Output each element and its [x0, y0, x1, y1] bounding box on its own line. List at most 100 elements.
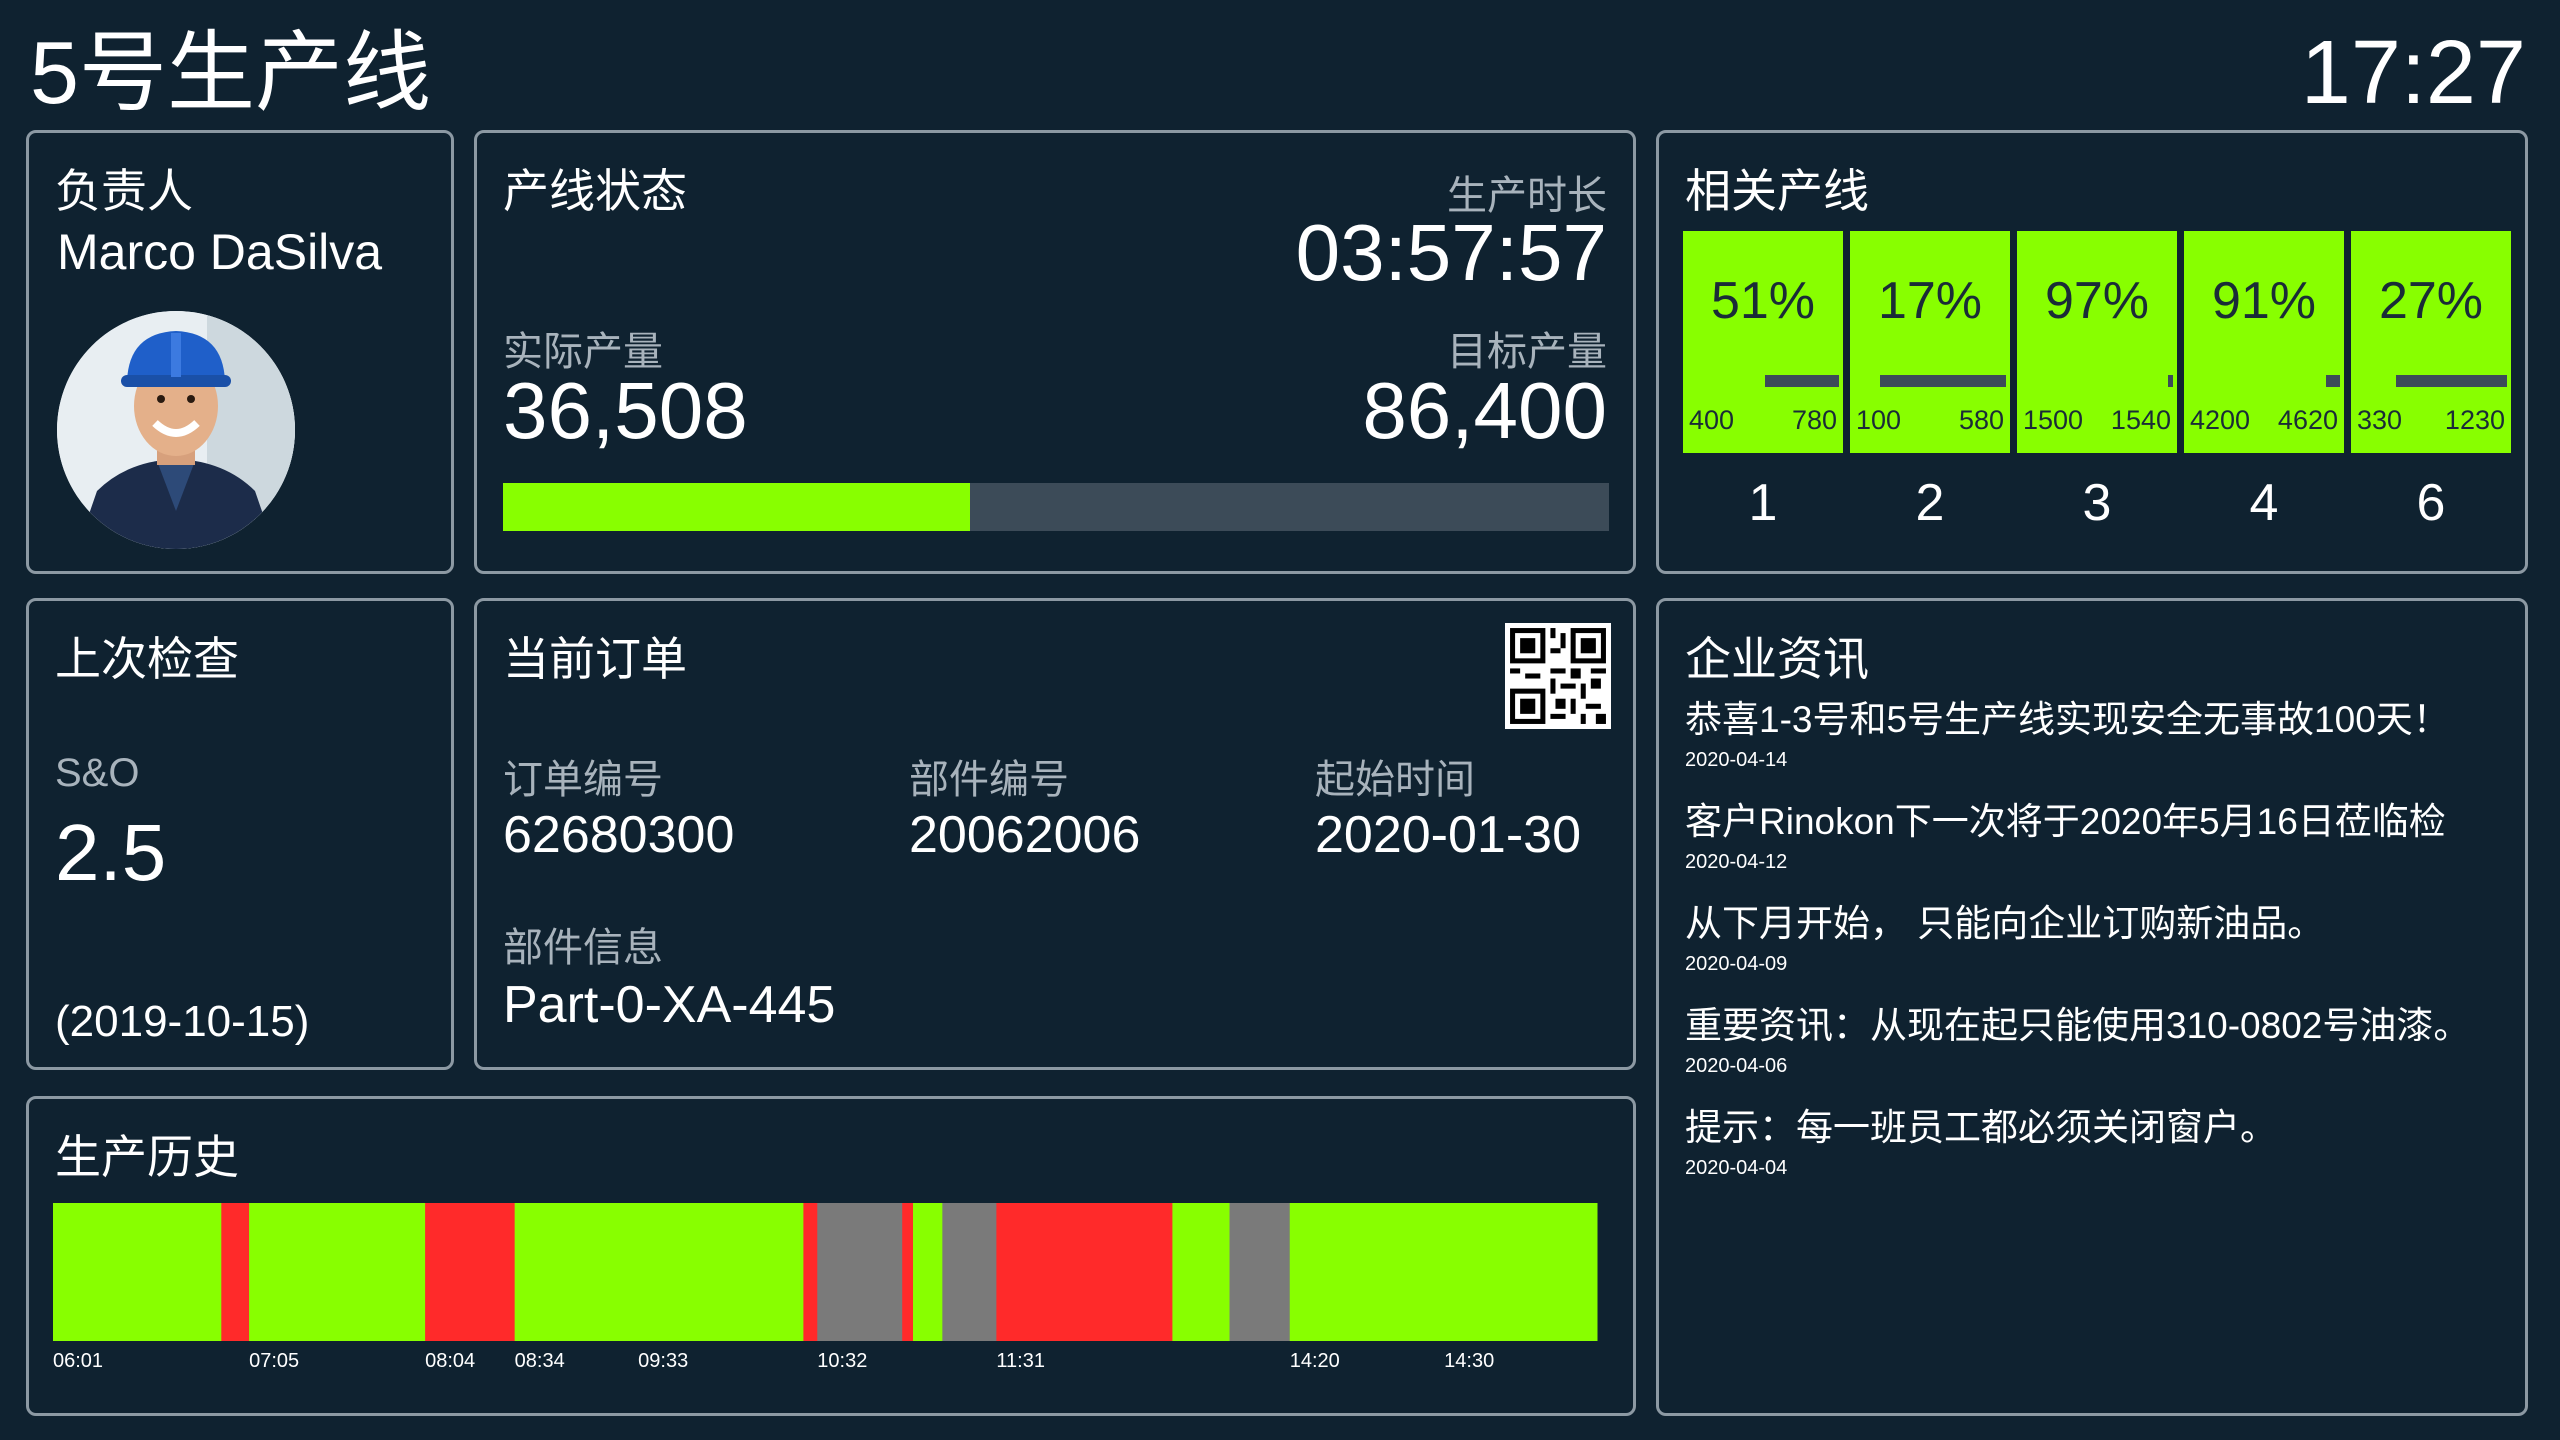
line-progress-bar	[1683, 371, 1843, 391]
order-heading: 当前订单	[503, 633, 687, 685]
history-tick-label: 14:20	[1290, 1350, 1340, 1372]
related-heading: 相关产线	[1685, 165, 1869, 217]
history-segment-idle	[1229, 1203, 1291, 1341]
line-range: 400 780	[1683, 391, 1843, 453]
news-text: 从下月开始， 只能向企业订购新油品。	[1685, 903, 2325, 944]
line-progress-fill	[1854, 375, 1880, 387]
line-range-high: 780	[1791, 405, 1837, 435]
related-line-number: 6	[2416, 474, 2446, 532]
news-date: 2020-04-09	[1685, 953, 1788, 975]
history-tick-label: 06:01	[53, 1350, 103, 1372]
check-metric-label: S&O	[55, 751, 140, 795]
line-status-panel: 产线状态 生产时长 03:57:57 实际产量 36,508 目标产量 86,4…	[474, 130, 1636, 574]
line-range: 1500 1540	[2017, 391, 2177, 453]
history-segment-idle	[817, 1203, 903, 1341]
history-tick-label: 09:33	[638, 1350, 688, 1372]
news-text: 重要资讯：从现在起只能使用310-0802号油漆。	[1685, 1005, 2471, 1046]
page-title: 5号生产线	[30, 23, 431, 122]
related-line-number: 3	[2082, 474, 2112, 532]
history-tick-label: 14:30	[1444, 1350, 1494, 1372]
related-line-card: 97% 1500 1540	[2017, 231, 2177, 453]
owner-name: Marco DaSilva	[57, 224, 383, 280]
part-number-label: 部件编号	[909, 758, 1069, 802]
related-line-card: 17% 100 580	[1850, 231, 2010, 453]
history-segment-stop	[221, 1203, 250, 1341]
news-item: 重要资讯：从现在起只能使用310-0802号油漆。 2020-04-06	[1685, 995, 2470, 1078]
related-line-card: 27% 330 1230	[2351, 231, 2511, 453]
news-item: 提示：每一班员工都必须关闭窗户。 2020-04-04	[1685, 1097, 2277, 1180]
history-segment-run	[249, 1203, 426, 1341]
status-heading: 产线状态	[503, 165, 687, 217]
avatar	[57, 311, 295, 549]
line-range: 100 580	[1850, 391, 2010, 453]
worker-photo-icon	[57, 311, 295, 549]
news-heading: 企业资讯	[1685, 633, 1869, 685]
line-percent: 91%	[2184, 231, 2344, 371]
related-line-card: 51% 400 780	[1683, 231, 1843, 453]
history-segment-stop	[996, 1203, 1173, 1341]
line-range-high: 1540	[2110, 405, 2171, 435]
current-order-panel: 当前订单 订单编号 62680300 部件编号 20062006 起始时间 20…	[474, 598, 1636, 1070]
start-time-label: 起始时间	[1315, 758, 1475, 802]
history-tick-label: 08:34	[515, 1350, 565, 1372]
news-text: 恭喜1-3号和5号生产线实现安全无事故100天！	[1685, 699, 2450, 740]
news-text: 客户Rinokon下一次将于2020年5月16日莅临检	[1685, 801, 2446, 842]
line-range: 4200 4620	[2184, 391, 2344, 453]
news-item: 客户Rinokon下一次将于2020年5月16日莅临检 2020-04-12	[1685, 791, 2446, 874]
history-timeline: 06:01 07:05 08:04 08:34 09:33 10:32 11:31 14:20…	[53, 1203, 1598, 1372]
line-range-high: 580	[1958, 405, 2004, 435]
line-range-high: 1230	[2444, 405, 2505, 435]
target-output-value: 86,400	[1362, 366, 1607, 455]
line-range-high: 4620	[2277, 405, 2338, 435]
line-progress-fill	[2355, 375, 2397, 387]
news-item: 从下月开始， 只能向企业订购新油品。 2020-04-09	[1685, 893, 2324, 976]
part-number-value: 20062006	[909, 806, 1141, 864]
line-progress-fill	[1687, 375, 1765, 387]
line-progress-bar	[2017, 371, 2177, 391]
line-range-low: 100	[1856, 405, 1902, 435]
qr-code-icon	[1505, 623, 1611, 729]
part-info-value: Part-0-XA-445	[503, 976, 836, 1034]
production-history-panel: 生产历史 06:01 07:05 08:04 08:34 09:33 10:32 11:31…	[26, 1096, 1636, 1416]
related-line-card: 91% 4200 4620	[2184, 231, 2344, 453]
output-progress-fill	[503, 483, 971, 531]
news-date: 2020-04-04	[1685, 1157, 1788, 1179]
news-date: 2020-04-12	[1685, 851, 1788, 873]
actual-output-value: 36,508	[503, 366, 748, 455]
history-tick-label: 10:32	[817, 1350, 867, 1372]
history-tick-label: 07:05	[249, 1350, 299, 1372]
line-percent: 51%	[1683, 231, 1843, 371]
output-progress-bar	[503, 483, 1609, 531]
owner-heading: 负责人	[55, 165, 193, 217]
history-segment-stop	[803, 1203, 818, 1341]
line-progress-bar	[1850, 371, 2010, 391]
line-range-low: 330	[2357, 405, 2403, 435]
line-percent: 17%	[1850, 231, 2010, 371]
related-line-number: 2	[1915, 474, 1945, 532]
history-segment-run	[1289, 1203, 1598, 1341]
check-heading: 上次检查	[55, 633, 239, 685]
line-progress-fill	[2188, 375, 2327, 387]
line-percent: 27%	[2351, 231, 2511, 371]
history-segment-stop	[902, 1203, 914, 1341]
history-tick-label: 08:04	[425, 1350, 475, 1372]
history-segment-run	[514, 1203, 804, 1341]
order-number-value: 62680300	[503, 806, 735, 864]
check-date: (2019-10-15)	[55, 997, 310, 1046]
order-number-label: 订单编号	[503, 758, 663, 802]
last-check-panel: 上次检查 S&O 2.5 (2019-10-15)	[26, 598, 454, 1070]
news-item: 恭喜1-3号和5号生产线实现安全无事故100天！ 2020-04-14	[1685, 689, 2450, 772]
start-time-value: 2020-01-30	[1315, 806, 1581, 864]
owner-panel: 负责人 Marco DaSilva	[26, 130, 454, 574]
history-segment-run	[1172, 1203, 1231, 1341]
news-date: 2020-04-14	[1685, 749, 1788, 771]
clock: 17:27	[2300, 23, 2526, 123]
line-progress-fill	[2021, 375, 2169, 387]
history-segment-stop	[425, 1203, 516, 1341]
history-tick-label: 11:31	[996, 1350, 1045, 1372]
line-progress-bar	[2184, 371, 2344, 391]
news-date: 2020-04-06	[1685, 1055, 1788, 1077]
line-range: 330 1230	[2351, 391, 2511, 453]
related-line-number: 1	[1748, 474, 1778, 532]
news-text: 提示：每一班员工都必须关闭窗户。	[1685, 1107, 2277, 1148]
